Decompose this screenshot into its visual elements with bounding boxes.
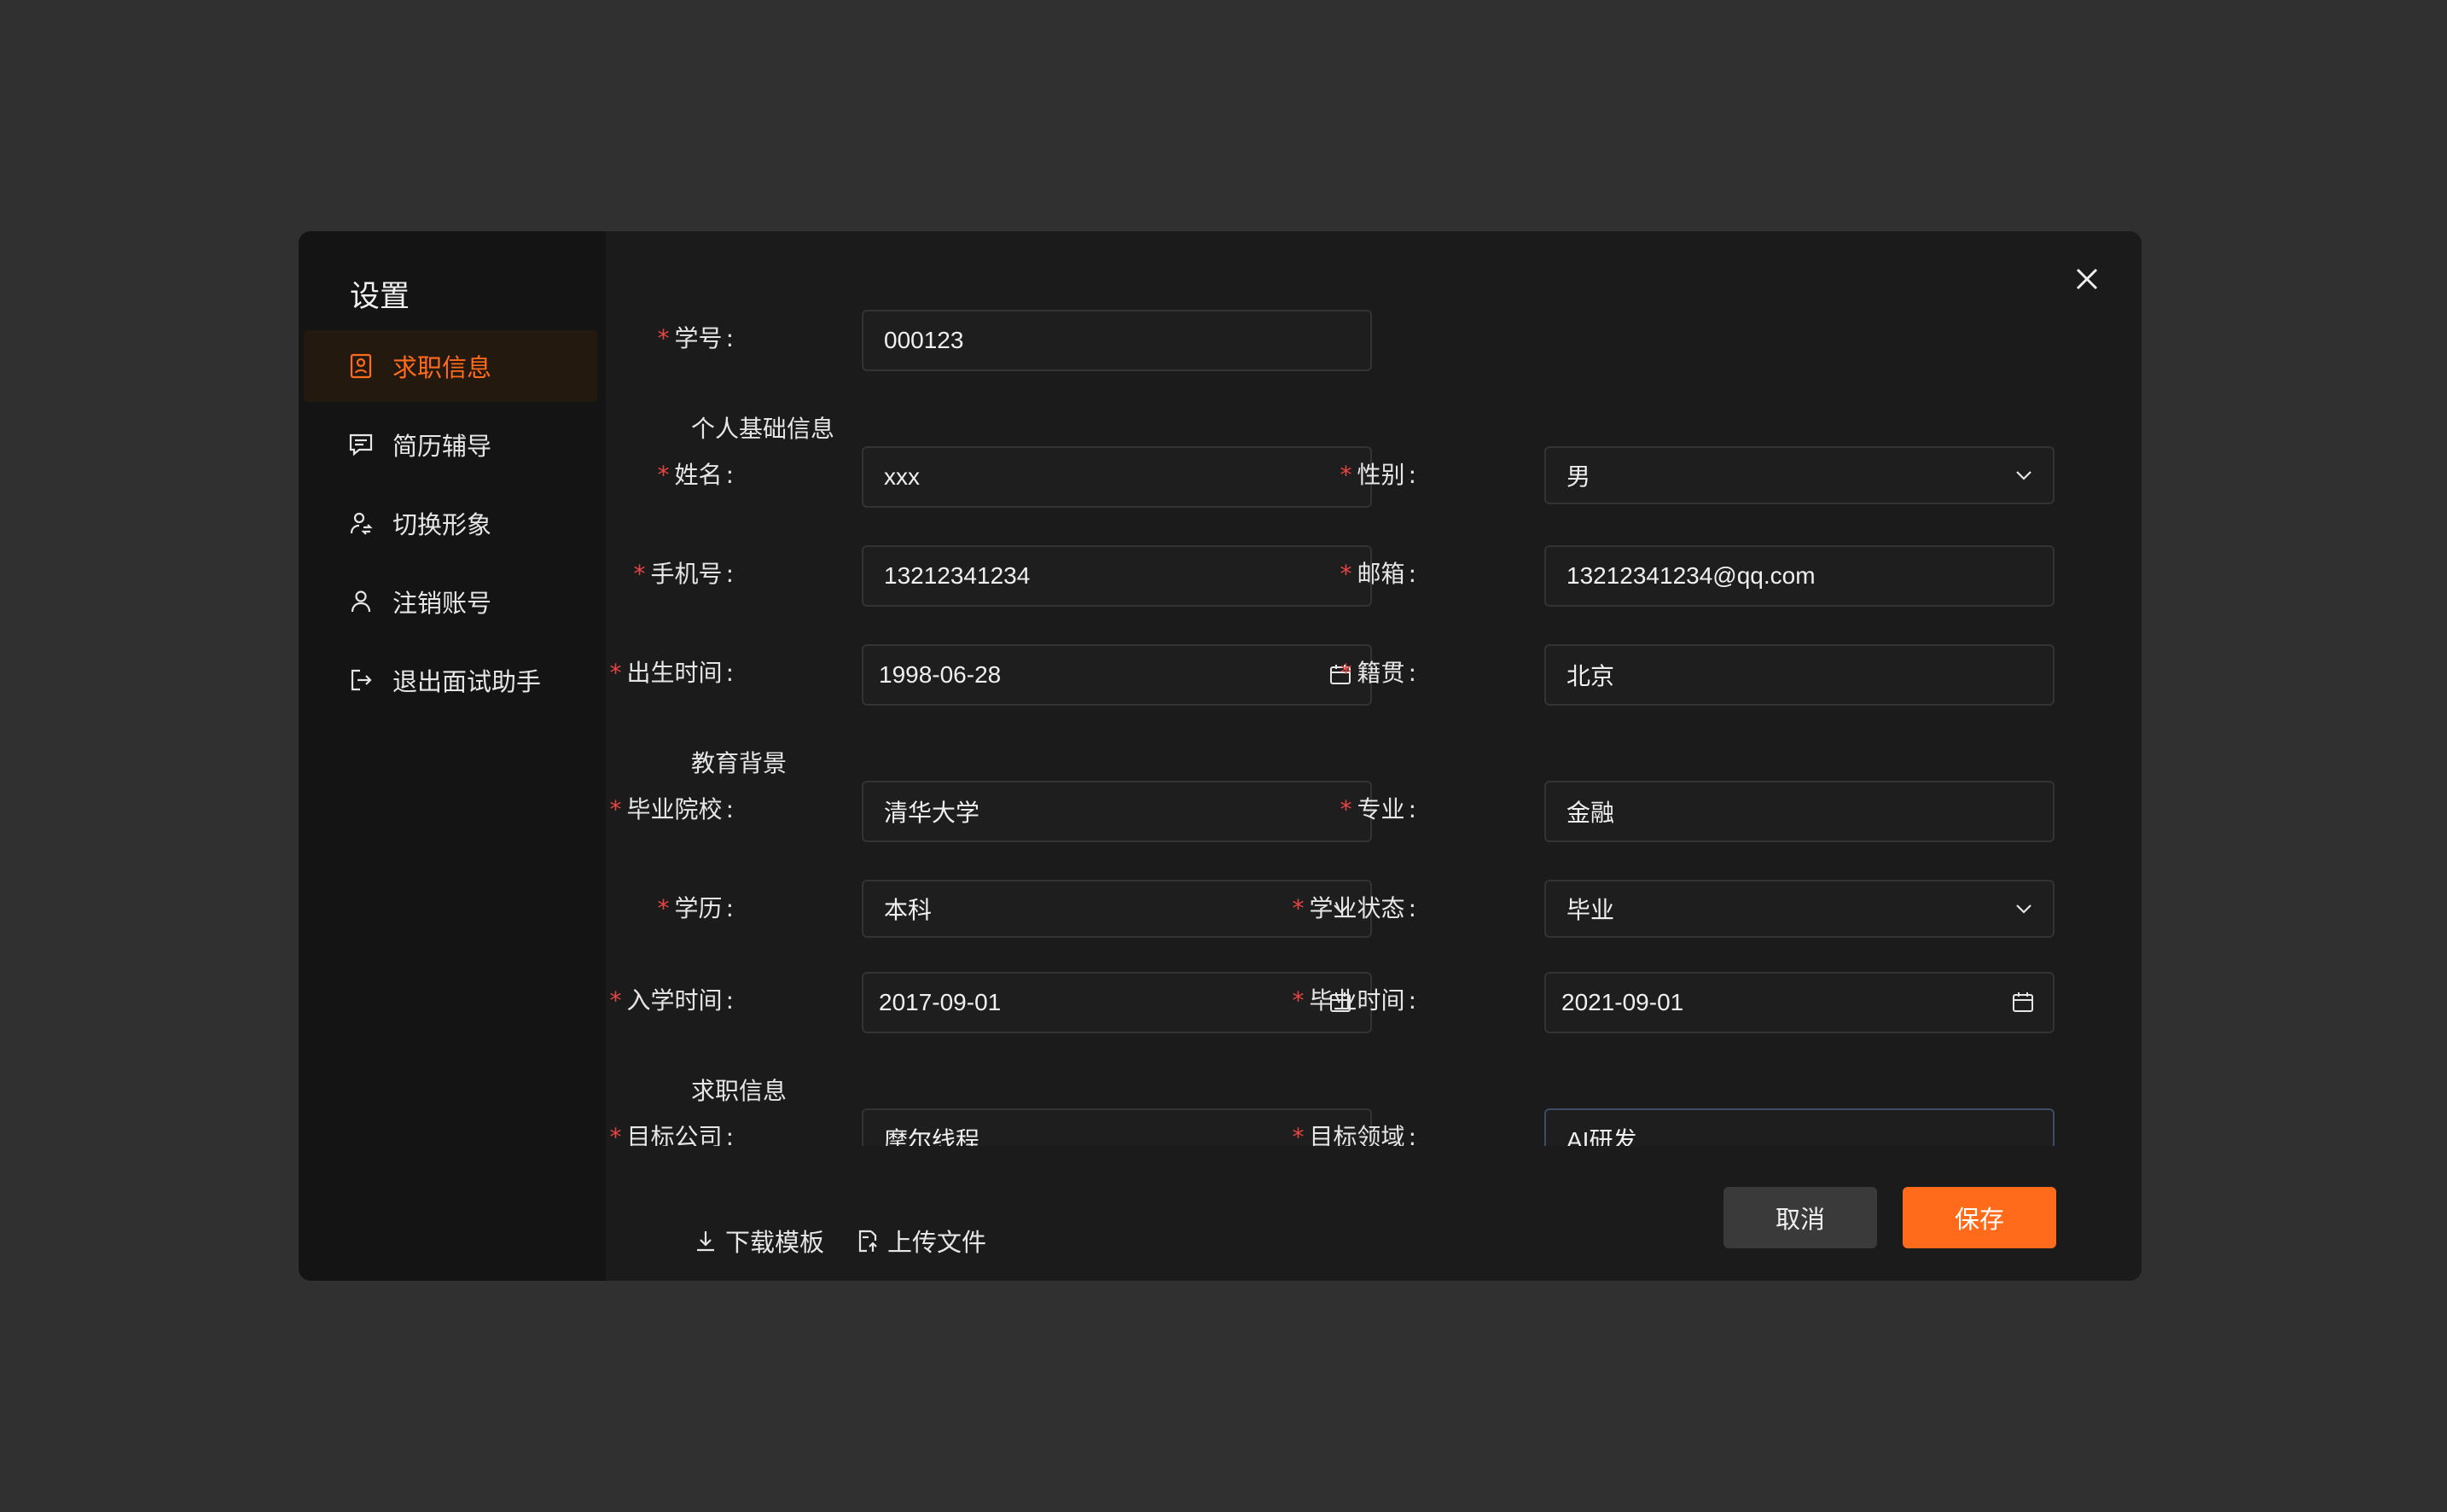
sidebar-item-label: 简历辅导: [392, 432, 492, 461]
download-template-button[interactable]: 下载模板: [691, 1223, 824, 1259]
sidebar-item-delete-account[interactable]: 注销账号: [299, 566, 597, 637]
section-title: 求职信息: [691, 1077, 788, 1105]
settings-dialog: 设置 求职信息 简历辅导 切换形象 注销账号 退出面试助手 * 学号: 000…: [299, 231, 2142, 1281]
dialog-footer: 下载模板 上传文件 取消 保存: [606, 1146, 2142, 1281]
field-label: * 毕业院校:: [609, 795, 734, 823]
chevron-down-icon: [2014, 898, 2034, 919]
field-label: * 专业:: [1340, 795, 1416, 823]
gender-select[interactable]: 男: [1544, 446, 2055, 504]
field-label: * 性别:: [1340, 461, 1416, 489]
target-field-input[interactable]: AI研发: [1544, 1108, 2055, 1146]
settings-content: * 学号: 000123 个人基础信息 * 姓名: xxx * 性别: 男 * 手机号:…: [606, 231, 2142, 1281]
field-label: * 目标公司:: [609, 1123, 734, 1146]
hometown-input[interactable]: 北京: [1544, 644, 2055, 706]
field-label: * 出生时间:: [609, 659, 734, 687]
section-title: 教育背景: [691, 749, 788, 777]
upload-file-button[interactable]: 上传文件: [853, 1223, 986, 1259]
field-label: * 籍贯:: [1340, 659, 1416, 687]
sidebar-item-switch-avatar[interactable]: 切换形象: [299, 487, 597, 559]
section-title: 个人基础信息: [691, 415, 835, 443]
sidebar-item-label: 切换形象: [392, 510, 492, 539]
field-label: * 入学时间:: [609, 986, 734, 1015]
switch-user-icon: [346, 509, 375, 538]
field-label: * 目标领域:: [1292, 1123, 1416, 1146]
name-input[interactable]: xxx: [862, 446, 1372, 508]
chat-bubble-icon: [346, 430, 375, 459]
sidebar-menu: 求职信息 简历辅导 切换形象 注销账号 退出面试助手: [299, 330, 597, 723]
sidebar-item-resume-coaching[interactable]: 简历辅导: [299, 409, 597, 480]
graduation-date-picker[interactable]: 2021-09-01: [1544, 972, 2055, 1033]
field-label: * 毕业时间:: [1292, 986, 1416, 1015]
phone-input[interactable]: 13212341234: [862, 545, 1372, 607]
field-label: * 学业状态:: [1292, 894, 1416, 922]
profile-card-icon: [346, 352, 375, 381]
logout-icon: [346, 666, 375, 695]
study-status-select[interactable]: 毕业: [1544, 880, 2055, 938]
job-info-form: * 学号: 000123 个人基础信息 * 姓名: xxx * 性别: 男 * 手机号:…: [606, 231, 2142, 1146]
sidebar-item-label: 求职信息: [392, 353, 492, 382]
school-input[interactable]: 清华大学: [862, 781, 1372, 842]
email-input[interactable]: 13212341234@qq.com: [1544, 545, 2055, 607]
save-button[interactable]: 保存: [1903, 1187, 2056, 1248]
chevron-down-icon: [2014, 465, 2034, 486]
settings-sidebar: 设置 求职信息 简历辅导 切换形象 注销账号 退出面试助手: [299, 231, 606, 1281]
calendar-icon: [2012, 992, 2034, 1014]
sidebar-item-exit-assistant[interactable]: 退出面试助手: [299, 644, 597, 716]
field-label: * 姓名:: [657, 461, 734, 489]
download-icon: [691, 1226, 720, 1255]
field-label: * 学号:: [657, 324, 734, 352]
field-label: * 手机号:: [633, 560, 734, 588]
upload-file-icon: [853, 1226, 882, 1255]
sidebar-item-label: 注销账号: [392, 589, 492, 618]
field-label: * 邮箱:: [1340, 560, 1416, 588]
field-label: * 学历:: [657, 894, 734, 922]
sidebar-item-label: 退出面试助手: [392, 667, 542, 696]
major-input[interactable]: 金融: [1544, 781, 2055, 842]
student-id-input[interactable]: 000123: [862, 310, 1372, 371]
dialog-title: 设置: [350, 280, 410, 314]
birth-date-picker[interactable]: 1998-06-28: [862, 644, 1372, 706]
sidebar-item-job-info[interactable]: 求职信息: [304, 330, 597, 402]
user-icon: [346, 587, 375, 616]
cancel-button[interactable]: 取消: [1723, 1187, 1877, 1248]
